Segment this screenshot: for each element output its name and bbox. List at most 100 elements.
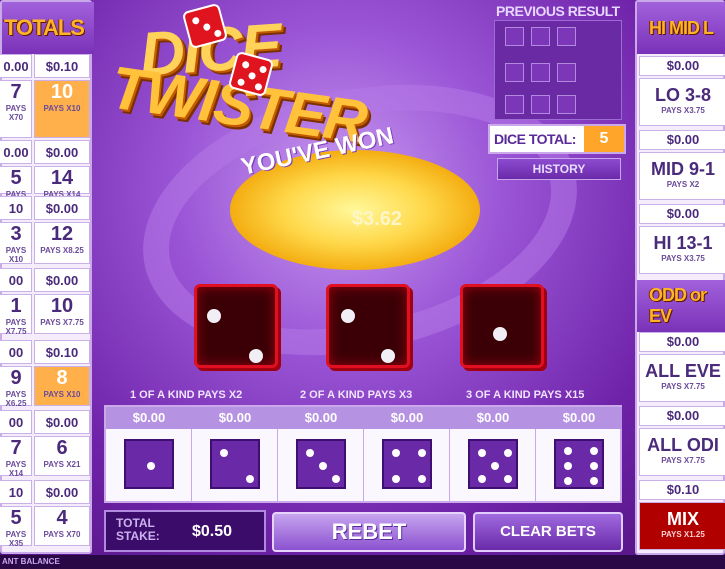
total-bet-spot[interactable]: 1 PAYS X7.75 [0,294,32,336]
total-bet-amount[interactable]: $0.00 [34,140,90,164]
die-pip [392,449,400,457]
total-value: 12 [50,223,74,245]
side-bet-amount: $0.00 [639,332,725,352]
total-stake-label: TOTAL STAKE: [116,516,160,543]
single-number-spot-2[interactable]: $0.00 [192,407,278,501]
dice-total-box: DICE TOTAL: 5 [488,124,626,154]
side-bet-spot[interactable]: LO 3-8 PAYS X3.75 [639,78,725,126]
side-bet-spot[interactable]: MIX PAYS X1.25 [639,502,725,550]
clear-bets-button[interactable]: CLEAR BETS [473,512,623,552]
total-bet-spot[interactable]: 9 PAYS X6.25 [0,366,32,408]
side-bet-amount: $0.00 [639,56,725,76]
pay-label-three-of-kind: 3 OF A KIND PAYS X15 [466,389,585,401]
hi-mid-lo-title: HI MID L [649,17,714,38]
result-die-2 [326,284,410,368]
total-bet-amount[interactable]: 0.00 [0,54,32,78]
total-bet-spot[interactable]: 6 PAYS X21 [34,436,90,476]
total-bet-amount[interactable]: $0.10 [34,340,90,364]
side-bet-spot[interactable]: MID 9-1 PAYS X2 [639,152,725,200]
die-pip [306,449,314,457]
side-bet-amount-text: $0.00 [666,58,700,73]
side-bet-amount: $0.10 [639,480,725,500]
total-bet-spot[interactable]: 8 PAYS X10 [34,366,90,406]
total-stake-value: $0.50 [192,523,233,540]
single-bet-amount: $0.00 [450,407,536,429]
die-pip [319,462,327,470]
side-bet-amount-text: $0.00 [666,408,700,423]
rebet-button[interactable]: REBET [272,512,466,552]
side-bet-amount: $0.00 [639,204,725,224]
single-bet-amount: $0.00 [192,407,278,429]
history-button[interactable]: HISTORY [497,158,621,180]
payout-text: PAYS X21 [43,460,81,469]
side-bet-spot[interactable]: HI 13-1 PAYS X3.75 [639,226,725,274]
total-bet-spot[interactable]: 12 PAYS X8.25 [34,222,90,264]
die-pip [564,462,572,470]
single-number-spot-6[interactable]: $0.00 [536,407,622,501]
single-number-spot-4[interactable]: $0.00 [364,407,450,501]
total-bet-amount[interactable]: $0.00 [34,480,90,504]
bet-amount-text: 0.00 [3,59,29,74]
side-bet-payout: PAYS X7.75 [661,382,705,391]
previous-result-slot [531,95,550,114]
side-bet-label: MIX [666,509,699,529]
total-bet-amount[interactable]: $0.10 [34,54,90,78]
total-bet-amount[interactable]: $0.00 [34,268,90,292]
previous-result-slot [531,27,550,46]
die-pip [590,477,598,485]
single-number-spot-5[interactable]: $0.00 [450,407,536,501]
side-bet-payout: PAYS X3.75 [661,254,705,263]
balance-label: ANT BALANCE [2,557,60,566]
single-bet-amount: $0.00 [106,407,192,429]
side-bet-amount-text: $0.00 [666,334,700,349]
odd-even-title: ODD or EV [649,285,707,326]
total-bet-spot[interactable]: 10 PAYS X10 [34,80,90,138]
single-bet-amount: $0.00 [364,407,450,429]
side-bet-payout: PAYS X1.25 [661,530,705,539]
bet-amount-text: $0.00 [45,145,79,160]
total-bet-spot[interactable]: 5 PAYS X35 [0,506,32,548]
totals-header: TOTALS [2,2,94,54]
die-face-6-icon [554,439,604,489]
total-bet-spot[interactable]: 14 PAYS X14 [34,166,90,199]
bet-amount-text: $0.10 [45,345,79,360]
side-bet-label: LO 3-8 [654,85,711,105]
total-bet-spot[interactable]: 5PAYS X21 [0,166,32,208]
single-number-spot-3[interactable]: $0.00 [278,407,364,501]
payout-text: PAYS X6.25 [5,390,27,408]
total-bet-amount[interactable]: 00 [0,340,32,364]
total-bet-spot[interactable]: 7 PAYS X70 [0,80,32,138]
die-pip [564,477,572,485]
totals-title: TOTALS [4,15,85,40]
total-bet-amount[interactable]: 00 [0,410,32,434]
total-bet-amount[interactable]: $0.00 [34,410,90,434]
total-bet-spot[interactable]: 3 PAYS X10 [0,222,32,264]
game-stage: TOTALS 0.00 $0.10 7 PAYS X70 10 PAYS X10 0.00 $… [0,0,725,569]
total-bet-amount[interactable]: 0.00 [0,140,32,164]
side-bet-spot[interactable]: ALL EVE PAYS X7.75 [639,354,725,402]
total-bet-spot[interactable]: 4 PAYS X70 [34,506,90,546]
single-number-spot-1[interactable]: $0.00 [106,407,192,501]
payout-text: PAYS X8.25 [40,246,84,255]
total-bet-amount[interactable]: $0.00 [34,196,90,220]
single-number-board: $0.00 $0.00 $0.00 $0.00 $0.00 $0.00 [104,405,622,503]
dice-total-label: DICE TOTAL: [494,131,576,147]
die-face-2-icon [210,439,260,489]
previous-result-title: PREVIOUS RESULT [496,3,620,19]
total-bet-amount[interactable]: 00 [0,268,32,292]
total-bet-amount[interactable]: 10 [0,480,32,504]
total-value: 8 [56,367,68,389]
total-bet-spot[interactable]: 7 PAYS X14 [0,436,32,478]
die-pip [504,449,512,457]
payout-text: PAYS X7.75 [5,318,27,336]
total-bet-amount[interactable]: 10 [0,196,32,220]
previous-result-slot [557,63,576,82]
die-pip [564,447,572,455]
side-bet-spot[interactable]: ALL ODI PAYS X7.75 [639,428,725,476]
total-bet-spot[interactable]: 10 PAYS X7.75 [34,294,90,334]
bet-amount-text: 00 [8,273,24,288]
die-pip [418,475,426,483]
single-bet-amount: $0.00 [536,407,622,429]
total-value: 9 [10,367,22,389]
side-bet-label: ALL ODI [647,435,719,455]
